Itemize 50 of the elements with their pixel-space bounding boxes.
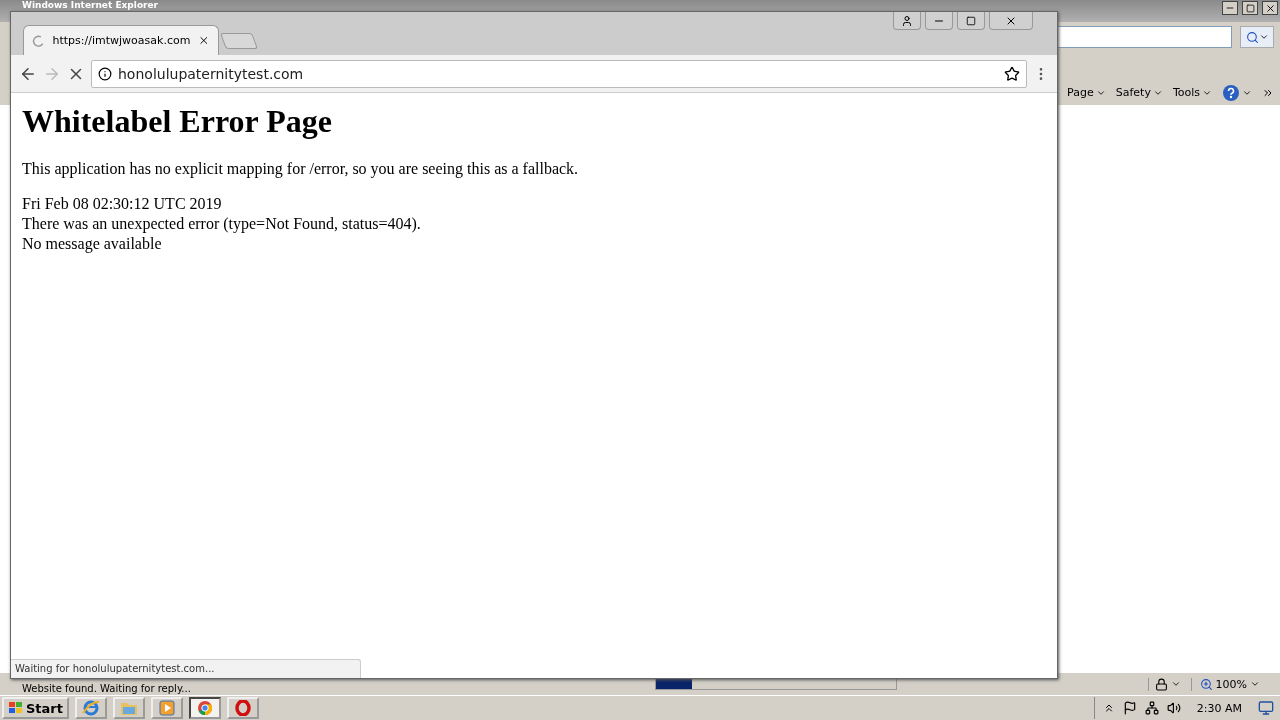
caret-icon[interactable]: [1170, 679, 1181, 689]
close-button[interactable]: [1262, 1, 1278, 15]
search-button[interactable]: [1240, 26, 1274, 48]
flag-icon[interactable]: [1122, 701, 1137, 715]
desktop-icon[interactable]: [1258, 700, 1274, 716]
minimize-button[interactable]: [925, 12, 953, 30]
chrome-icon: [197, 700, 213, 716]
maximize-button[interactable]: [957, 12, 985, 30]
close-icon: [1264, 2, 1276, 14]
status-text: Website found. Waiting for reply...: [22, 682, 191, 694]
page-text: This application has no explicit mapping for /error, so you are seeing this as a fallback.: [22, 160, 580, 178]
page-text: Fri Feb 08 02:30:12 UTC 2019: [22, 194, 223, 214]
browser-tab[interactable]: https://imtwjwoasak.com: [23, 25, 219, 55]
person-icon: [901, 14, 913, 27]
clock: 2:30 AM: [1195, 701, 1243, 715]
globe-icon: [82, 699, 100, 717]
status-bubble: Waiting for honolulupaternitytest.com...: [11, 659, 361, 678]
menu-button[interactable]: Tools: [1172, 86, 1212, 99]
network-icon[interactable]: [1144, 701, 1159, 715]
star-icon[interactable]: [1004, 65, 1020, 82]
help-button[interactable]: [1222, 83, 1252, 102]
minimize-button[interactable]: [1222, 1, 1238, 15]
search-field[interactable]: [1056, 26, 1232, 48]
opera-icon: [235, 700, 251, 716]
menu-button[interactable]: Safety: [1115, 86, 1163, 99]
lock-icon[interactable]: [1154, 677, 1168, 691]
start-button[interactable]: Start: [2, 697, 69, 719]
caret-icon: [1250, 679, 1260, 689]
page-text: No message available: [22, 234, 163, 254]
profile-button[interactable]: [893, 12, 921, 30]
search-icon: [1245, 30, 1259, 44]
info-icon: [98, 66, 112, 81]
windows-icon: [8, 701, 24, 715]
address-bar[interactable]: honolulupaternitytest.com: [91, 59, 1027, 88]
zoom-icon: [1199, 677, 1213, 691]
speaker-icon[interactable]: [1166, 701, 1181, 715]
close-icon[interactable]: [198, 34, 210, 47]
menu-button[interactable]: Page: [1067, 86, 1106, 99]
taskbar-button[interactable]: [189, 697, 221, 719]
window-title: Windows Internet Explorer: [22, 0, 160, 10]
zoom-button[interactable]: 100%: [1190, 677, 1280, 691]
caret-icon: [1258, 32, 1269, 42]
page-text: There was an unexpected error (type=Not Found, status=404).: [22, 214, 422, 234]
page-heading: Whitelabel Error Page: [22, 103, 333, 140]
maximize-icon: [966, 15, 976, 26]
restore-icon: [1245, 3, 1255, 13]
play-icon: [159, 700, 175, 716]
restore-button[interactable]: [1242, 1, 1258, 15]
help-icon: [1222, 83, 1240, 102]
folder-icon: [120, 700, 138, 716]
